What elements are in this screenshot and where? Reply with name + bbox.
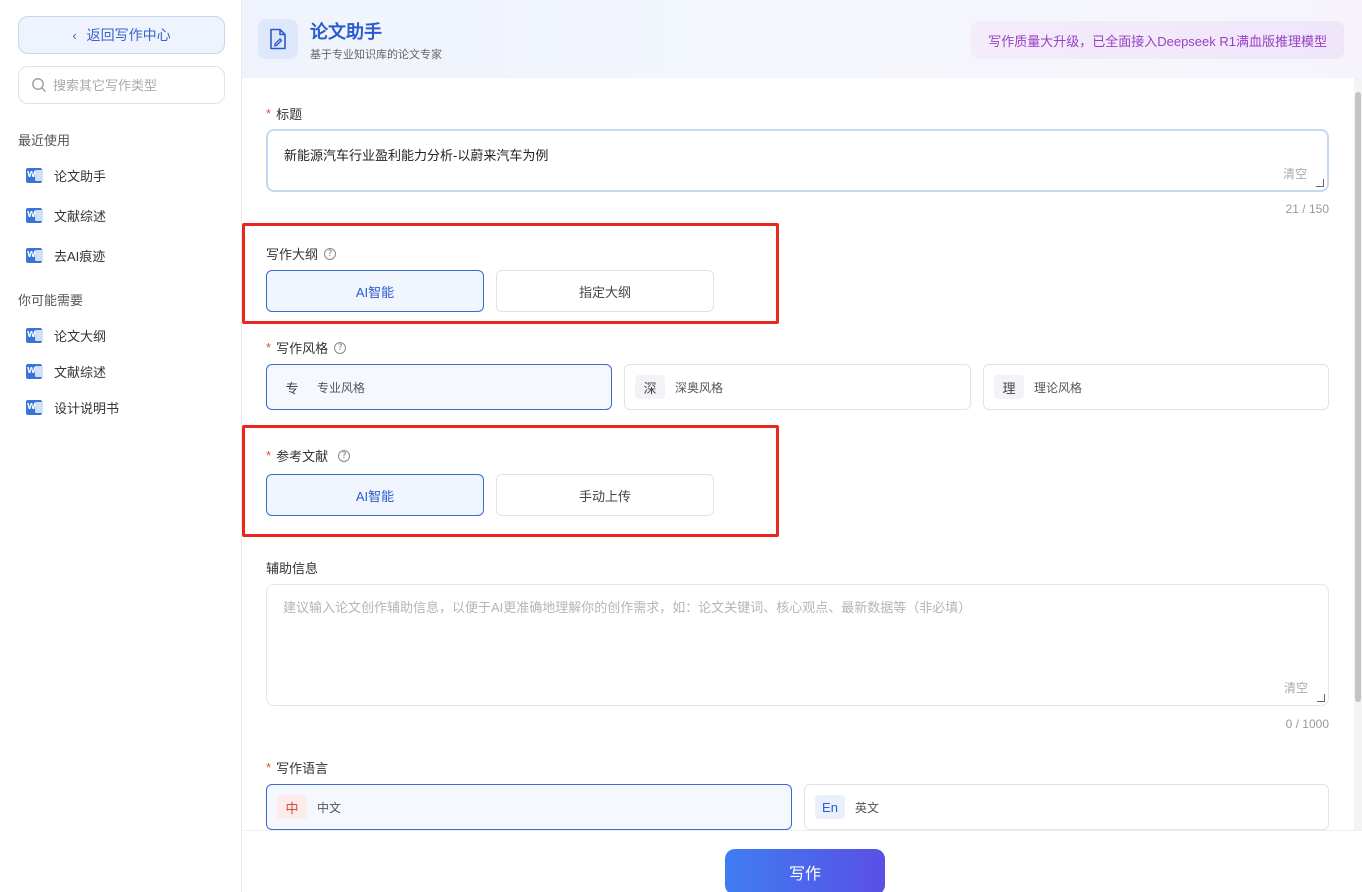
resize-handle-icon[interactable] (1316, 179, 1324, 187)
back-to-writing-center-button[interactable]: ‹ 返回写作中心 (18, 16, 225, 54)
search-box[interactable] (18, 66, 225, 104)
outline-field-label: 写作大纲 ? (266, 244, 337, 263)
nav-item-label: 文献综述 (54, 209, 107, 224)
scrollbar-thumb[interactable] (1355, 92, 1361, 702)
suggest-item-paper-outline[interactable]: 论文大纲 (26, 326, 106, 345)
language-option-label: 英文 (855, 800, 880, 815)
english-badge: En (815, 795, 845, 819)
title-field-label: * 标题 (266, 104, 302, 123)
style-badge: 深 (635, 375, 665, 399)
chinese-badge: 中 (277, 795, 307, 819)
references-field-label: * 参考文献 ? (266, 446, 351, 465)
style-field-label: * 写作风格 ? (266, 338, 347, 357)
language-option-chinese[interactable]: 中 中文 (266, 784, 792, 830)
resize-handle-icon[interactable] (1317, 694, 1325, 702)
promo-banner[interactable]: 写作质量大升级，已全面接入Deepseek R1满血版推理模型 (971, 21, 1344, 59)
word-doc-icon (26, 328, 43, 343)
nav-item-label: 文献综述 (54, 365, 107, 380)
language-option-label: 中文 (317, 800, 342, 815)
footer-bar: 写作 (242, 830, 1362, 892)
style-option-label: 理论风格 (1034, 380, 1083, 395)
word-doc-icon (26, 248, 43, 263)
references-option-ai[interactable]: AI智能 (266, 474, 484, 516)
form-area: * 标题 新能源汽车行业盈利能力分析-以蔚来汽车为例 清空 21 / 150 写… (242, 78, 1354, 830)
nav-item-label: 论文助手 (54, 169, 107, 184)
language-label-text: 写作语言 (276, 761, 329, 776)
style-option-label: 深奥风格 (675, 380, 724, 395)
main-scrollbar[interactable] (1354, 78, 1362, 830)
help-icon[interactable]: ? (338, 449, 351, 462)
word-doc-icon (26, 364, 43, 379)
aux-clear-button[interactable]: 清空 (1284, 679, 1308, 696)
aux-char-counter: 0 / 1000 (1285, 717, 1329, 731)
page-title: 论文助手 (310, 22, 382, 42)
style-option-professional[interactable]: 专 专业风格 (266, 364, 612, 410)
required-mark: * (266, 106, 272, 121)
document-edit-icon (258, 19, 298, 59)
word-doc-icon (26, 168, 43, 183)
style-option-profound[interactable]: 深 深奥风格 (624, 364, 971, 410)
suggest-section-title: 你可能需要 (18, 293, 84, 308)
required-mark: * (266, 760, 272, 775)
page-subtitle: 基于专业知识库的论文专家 (310, 49, 442, 61)
recent-item-literature-review[interactable]: 文献综述 (26, 206, 106, 225)
title-input[interactable]: 新能源汽车行业盈利能力分析-以蔚来汽车为例 清空 (266, 129, 1329, 192)
style-option-theoretical[interactable]: 理 理论风格 (983, 364, 1329, 410)
language-option-english[interactable]: En 英文 (804, 784, 1329, 830)
word-doc-icon (26, 208, 43, 223)
help-icon[interactable]: ? (324, 247, 337, 260)
outline-option-custom[interactable]: 指定大纲 (496, 270, 714, 312)
suggest-item-design-spec[interactable]: 设计说明书 (26, 398, 119, 417)
title-label-text: 标题 (276, 107, 303, 122)
recent-item-remove-ai-traces[interactable]: 去AI痕迹 (26, 246, 105, 265)
aux-info-label-text: 辅助信息 (266, 561, 319, 576)
style-label-text: 写作风格 (276, 341, 329, 356)
title-char-counter: 21 / 150 (1285, 202, 1329, 216)
aux-info-field-label: 辅助信息 (266, 558, 318, 577)
language-field-label: * 写作语言 (266, 758, 328, 777)
help-icon[interactable]: ? (334, 341, 347, 354)
style-badge: 专 (285, 380, 299, 396)
required-mark: * (266, 448, 272, 463)
nav-item-label: 设计说明书 (54, 401, 120, 416)
references-label-text: 参考文献 (276, 449, 329, 464)
sidebar: ‹ 返回写作中心 最近使用 论文助手 文献综述 去AI痕迹 你可能需要 论文大纲… (0, 0, 242, 892)
style-option-label: 专业风格 (317, 380, 366, 395)
outline-label-text: 写作大纲 (266, 247, 319, 262)
required-mark: * (266, 340, 272, 355)
recent-section-title: 最近使用 (18, 133, 71, 148)
nav-item-label: 论文大纲 (54, 329, 107, 344)
nav-item-label: 去AI痕迹 (54, 249, 106, 264)
style-badge: 理 (994, 375, 1024, 399)
word-doc-icon (26, 400, 43, 415)
title-clear-button[interactable]: 清空 (1283, 165, 1307, 182)
outline-option-ai[interactable]: AI智能 (266, 270, 484, 312)
write-button[interactable]: 写作 (725, 849, 885, 892)
suggest-item-literature-review[interactable]: 文献综述 (26, 362, 106, 381)
aux-info-input[interactable]: 建议输入论文创作辅助信息，以便于AI更准确地理解你的创作需求，如：论文关键词、核… (266, 584, 1329, 706)
search-icon (32, 78, 46, 92)
chevron-left-icon: ‹ (72, 27, 77, 43)
references-option-upload[interactable]: 手动上传 (496, 474, 714, 516)
page-header: 论文助手 基于专业知识库的论文专家 写作质量大升级，已全面接入Deepseek … (242, 0, 1362, 78)
title-input-value: 新能源汽车行业盈利能力分析-以蔚来汽车为例 (284, 148, 549, 163)
search-input[interactable] (53, 77, 213, 93)
back-button-label: 返回写作中心 (86, 27, 171, 43)
recent-item-paper-assistant[interactable]: 论文助手 (26, 166, 106, 185)
aux-info-placeholder: 建议输入论文创作辅助信息，以便于AI更准确地理解你的创作需求，如：论文关键词、核… (283, 600, 972, 615)
